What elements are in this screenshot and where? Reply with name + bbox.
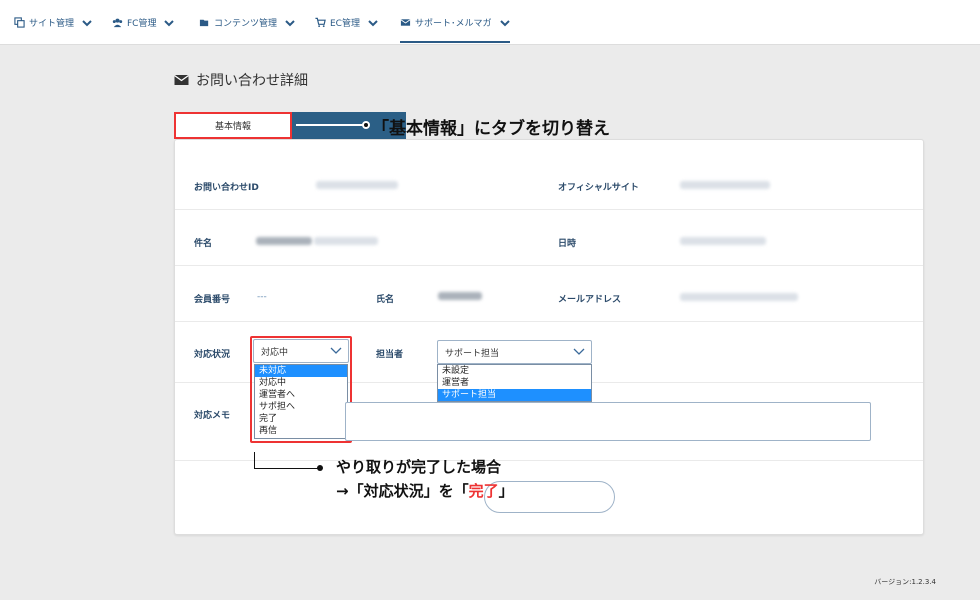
annotation-bracket [254,452,318,469]
datetime-value-redacted [680,237,766,245]
row-divider [175,209,923,210]
status-label: 対応状況 [194,350,231,360]
folder-open-icon [199,19,209,27]
nav-label: EC管理 [330,19,360,29]
envelope-icon [400,19,411,26]
page-title: お問い合わせ詳細 [174,70,308,90]
callout-line [296,124,366,126]
email-label: メールアドレス [558,295,622,305]
row-divider [175,321,923,322]
official-site-label: オフィシャルサイト [558,183,639,193]
email-value-redacted [680,293,798,301]
page-title-text: お問い合わせ詳細 [196,73,308,89]
version-text: バージョン:1.2.3.4 [874,578,936,586]
nav-label: コンテンツ管理 [214,19,278,29]
chevron-down-icon [285,19,295,26]
annotation-line-1: やり取りが完了した場合 [336,458,502,476]
annotation-prefix: →「対応状況」を「 [336,482,469,500]
nav-content-management[interactable]: コンテンツ管理 [199,0,295,45]
memo-textarea[interactable] [345,402,871,441]
chevron-down-icon [82,19,92,26]
nav-ec-management[interactable]: EC管理 [315,0,378,45]
assignee-option[interactable]: サポート担当 [438,389,591,401]
status-highlight-frame [250,336,352,443]
subject-value-redacted [314,237,378,245]
assignee-dropdown[interactable]: 未設定 運営者 サポート担当 [437,364,592,402]
assignee-label: 担当者 [376,350,404,360]
users-icon [112,18,123,28]
inquiry-id-label: お問い合わせID [194,183,259,193]
subject-label: 件名 [194,239,213,249]
row-divider [175,265,923,266]
cart-icon [315,17,326,28]
tab-callout-annotation: 「基本情報」にタブを切り替え [372,119,610,139]
name-label: 氏名 [376,295,395,305]
assignee-select[interactable]: サポート担当 [437,340,592,364]
assignee-option[interactable]: 運営者 [438,377,591,389]
chevron-down-icon [499,19,510,26]
callout-dot [362,121,370,129]
envelope-icon [174,75,189,85]
chevron-down-icon [573,348,585,355]
member-number-label: 会員番号 [194,295,231,305]
nav-fc-management[interactable]: FC管理 [112,0,175,45]
official-site-value-redacted [680,181,770,189]
chevron-down-icon [164,19,175,26]
annotation-line-2: →「対応状況」を「完了」 [336,480,514,501]
nav-site-management[interactable]: サイト管理 [14,0,92,45]
inquiry-id-value-redacted [316,181,398,189]
assignee-option[interactable]: 未設定 [438,365,591,377]
top-navigation: サイト管理 FC管理 コンテンツ管理 EC管理 サポート･メルマガ [0,0,980,45]
assignee-select-value: サポート担当 [445,348,500,359]
nav-support-newsletter[interactable]: サポート･メルマガ [400,0,510,45]
memo-label: 対応メモ [194,411,231,421]
annotation-dot [317,465,323,471]
nav-label: サイト管理 [29,19,75,29]
name-value-redacted [438,292,482,300]
tab-basic-info[interactable]: 基本情報 [174,112,292,139]
datetime-label: 日時 [558,239,577,249]
copy-icon [14,17,25,28]
annotation-highlight: 完了 [468,482,499,500]
subject-value-redacted [256,237,312,245]
chevron-down-icon [368,19,378,26]
annotation-suffix: 」 [498,482,514,500]
nav-label: FC管理 [127,19,157,29]
member-number-value: --- [257,292,267,302]
nav-label: サポート･メルマガ [415,19,492,29]
